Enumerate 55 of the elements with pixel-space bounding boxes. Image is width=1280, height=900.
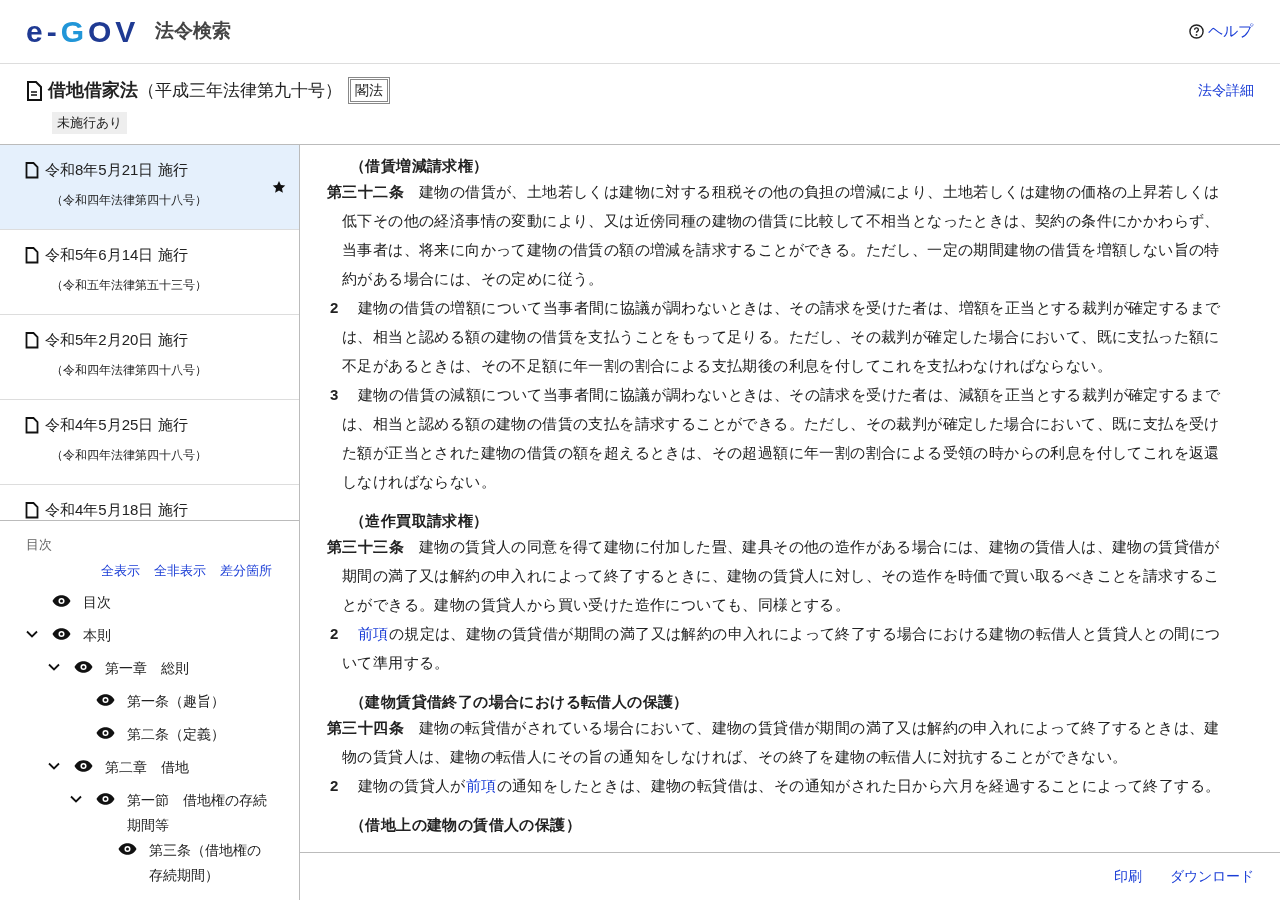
site-title: 法令検索 — [155, 19, 232, 44]
eye-icon — [96, 694, 115, 706]
article-paragraph: 3 建物の借賃の減額について当事者間に協議が調わないときは、その請求を受けた者は、減額を正当とする裁判が確定するまでは、相当と認める額の建物の借賃の支払を請求することができる。ただし、その裁判が確定した場合において、既に支払を受けた額が正当とされた建物の借賃の額を超えるときは、その超過額に年一割の割合による受領の時からの利息を付してこれを返還しなければならない。 — [329, 385, 1222, 492]
footer-link[interactable]: 印刷 — [1114, 866, 1142, 887]
toc-item[interactable]: 第二章 借地 — [105, 755, 191, 780]
article-paragraph: 第三十二条 建物の借賃が、土地若しくは建物に対する租税その他の負担の増減により、土地若しくは建物の価格の上昇若しくは低下その他の経済事情の変動により、又は近傍同種の建物の借賃に比較して不相当となったときは、契約の条件にかかわらず、当事者は、将来に向かって建物の借賃の額の増減を請求することができる。ただし、一定の期間建物の借賃を増額しない旨の特約がある場合には、その定めに従う。 — [327, 182, 1221, 289]
eye-icon — [52, 595, 71, 607]
toc-item[interactable]: 第一章 総則 — [105, 656, 191, 681]
document-icon — [25, 246, 39, 264]
version-item[interactable]: 令和8年5月21日 施行 （令和四年法律第四十八号） — [0, 145, 299, 230]
help-link[interactable]: ヘルプ — [1189, 20, 1253, 43]
reference-link[interactable]: 前項 — [358, 625, 389, 642]
toc-item[interactable]: 第一節 借地権の存続期間等 — [127, 788, 273, 838]
document-icon — [25, 331, 39, 349]
chevron-down-icon[interactable] — [48, 663, 60, 671]
chevron-down-icon[interactable] — [48, 762, 60, 770]
reference-link[interactable]: 前項 — [465, 777, 497, 794]
document-icon — [26, 80, 42, 101]
help-icon — [1189, 24, 1204, 39]
article-paragraph: 第三十四条 建物の転貸借がされている場合において、建物の賃貸借が期間の満了又は解約の申入れによって終了するときは、建物の賃貸人は、建物の転借人にその旨の通知をしなければ、その終了を建物の転借人に対抗することができない。 — [327, 718, 1221, 767]
eye-icon — [52, 628, 71, 640]
toc-item[interactable]: 第一条（趣旨） — [127, 689, 227, 714]
law-tag: 閣法 — [348, 77, 390, 104]
status-badge: 未施行あり — [52, 112, 127, 134]
toc-title: 目次 — [26, 536, 53, 554]
logo[interactable]: e-GOV — [26, 16, 140, 47]
chevron-down-icon[interactable] — [26, 630, 38, 638]
eye-icon — [118, 843, 137, 855]
article-paragraph: 2 建物の借賃の増額について当事者間に協議が調わないときは、その請求を受けた者は、増額を正当とする裁判が確定するまでは、相当と認める額の建物の借賃を支払うことをもって足りる。ただし、その裁判が確定した場合において、既に支払った額に不足があるときは、その不足額に年一割の割合による支払期後の利息を付してこれを支払わなければならない。 — [329, 298, 1222, 376]
toc-item[interactable]: 目次 — [83, 590, 113, 615]
toc-item[interactable]: 第三条（借地権の存続期間） — [149, 838, 273, 888]
article-paragraph: 第三十三条 建物の賃貸人の同意を得て建物に付加した畳、建具その他の造作がある場合には、建物の賃借人は、建物の賃貸借が期間の満了又は解約の申入れによって終了するときに、建物の賃貸人に対し、その造作を時価で買い取るべきことを請求することができる。建物の賃貸人から買い受けた造作についても、同様とする。 — [327, 537, 1221, 615]
law-name: 借地借家法 — [48, 79, 138, 102]
toc-item[interactable]: 本則 — [83, 623, 113, 648]
article-caption: （造作買取請求権） — [349, 511, 490, 531]
toc-action-link[interactable]: 全非表示 — [154, 560, 206, 580]
toc-item[interactable]: 第二条（定義） — [127, 722, 227, 747]
law-number: （平成三年法律第九十号） — [138, 79, 342, 102]
article-caption: （建物賃貸借終了の場合における転借人の保護） — [349, 692, 690, 712]
toc-action-link[interactable]: 差分箇所 — [220, 560, 272, 580]
law-detail-link[interactable]: 法令詳細 — [1198, 80, 1254, 144]
eye-icon — [74, 661, 93, 673]
document-icon — [25, 501, 39, 519]
footer-link[interactable]: ダウンロード — [1170, 866, 1254, 887]
document-icon — [25, 416, 39, 434]
article-caption: （借地上の建物の賃借人の保護） — [349, 815, 582, 835]
eye-icon — [96, 727, 115, 739]
toc-action-link[interactable]: 全表示 — [101, 560, 140, 580]
document-icon — [25, 161, 39, 179]
eye-icon — [96, 793, 115, 805]
article-paragraph: 2 建物の賃貸人が前項の通知をしたときは、建物の転貸借は、その通知がされた日から六月を経過することによって終了する。 — [329, 776, 1222, 796]
article-caption: （借賃増減請求権） — [349, 156, 490, 176]
eye-icon — [74, 760, 93, 772]
chevron-down-icon[interactable] — [70, 795, 82, 803]
article-paragraph: 2 前項の規定は、建物の賃貸借が期間の満了又は解約の申入れによって終了する場合における建物の転借人と賃貸人との間について準用する。 — [329, 624, 1222, 673]
